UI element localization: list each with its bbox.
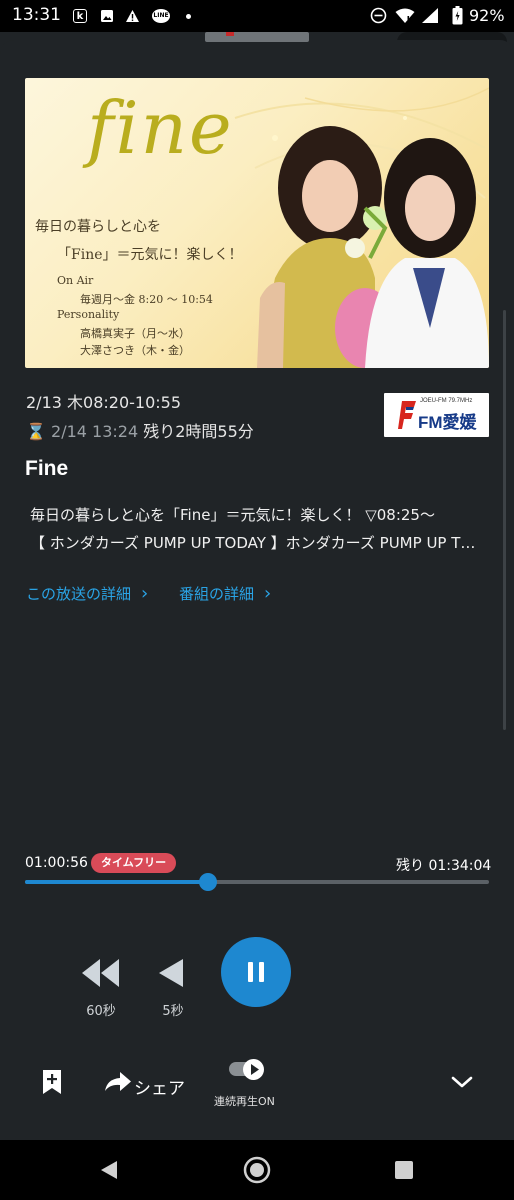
back-icon[interactable]: [98, 1159, 120, 1181]
rewind-5-label: 5秒: [162, 1004, 184, 1019]
hourglass-icon: ⌛: [26, 422, 46, 441]
bookmark-add-icon: [43, 1070, 61, 1094]
continuous-play-knob[interactable]: [243, 1059, 264, 1080]
status-bar: 13:31 k LINE 92%: [0, 0, 514, 32]
warning-icon: [125, 9, 139, 23]
station-flag-icon: [398, 401, 416, 429]
fast-rewind-icon: [82, 959, 119, 987]
wifi-icon: [395, 7, 415, 28]
battery-icon: [452, 6, 463, 29]
program-banner: fine 毎日の暮らしと心を 「Fine」＝元気に！楽しく！ On Air 毎週…: [25, 78, 489, 368]
rewind-60-label: 60秒: [86, 1004, 116, 1019]
navigation-bar: [0, 1140, 514, 1200]
pause-icon-bar: [259, 962, 264, 982]
pause-button[interactable]: [221, 937, 291, 1007]
banner-host-2: 大澤さつき（木・金）: [80, 344, 190, 357]
program-title: Fine: [25, 457, 69, 480]
line-icon: LINE: [152, 9, 170, 23]
play-icon: [251, 1064, 259, 1075]
chevron-right-icon: ›: [264, 583, 272, 604]
deadline-remaining: 残り2時間55分: [143, 422, 254, 441]
banner-logo: fine: [87, 86, 234, 170]
program-description-line-1: 毎日の暮らしと心を「Fine」＝元気に！楽しく！ ▽08:25～: [30, 506, 435, 524]
image-icon: [100, 9, 114, 23]
chevron-down-icon: [451, 1076, 473, 1088]
collapse-button[interactable]: [450, 1073, 474, 1091]
sheet-grabber[interactable]: [205, 32, 309, 42]
elapsed-time: 01:00:56: [25, 855, 88, 871]
status-time: 13:31: [12, 5, 61, 25]
notification-dot: [186, 14, 191, 19]
recents-icon[interactable]: [394, 1160, 414, 1180]
banner-tagline-1: 毎日の暮らしと心を: [35, 219, 161, 235]
banner-host-1: 高橋真実子（月～水）: [80, 327, 190, 340]
bookmark-add-button[interactable]: [41, 1069, 63, 1095]
timefree-badge: タイムフリー: [91, 853, 177, 873]
deadline-date: 2/14 13:24: [51, 422, 139, 441]
station-logo[interactable]: JOEU-FM 79.7MHz FM愛媛: [384, 393, 489, 437]
share-label: シェア: [134, 1079, 185, 1099]
rewind-5-button[interactable]: [150, 950, 196, 996]
program-detail-link[interactable]: 番組の詳細 ›: [179, 583, 271, 604]
broadcast-detail-link[interactable]: この放送の詳細 ›: [26, 583, 148, 604]
timefree-deadline: ⌛ 2/14 13:24 残り2時間55分: [26, 418, 254, 442]
continuous-play-label: 連続再生ON: [214, 1095, 275, 1108]
scrollbar[interactable]: [503, 310, 506, 730]
program-detail-label: 番組の詳細: [179, 585, 255, 603]
rewind-60-button[interactable]: [78, 950, 124, 996]
dnd-icon: [370, 7, 387, 28]
air-datetime: 2/13 木08:20-10:55: [26, 393, 182, 412]
battery-percent: 92%: [469, 6, 505, 25]
banner-personality-label: Personality: [57, 308, 120, 321]
grabber-accent: [226, 32, 234, 36]
banner-onair-label: On Air: [57, 274, 94, 287]
seek-bar-progress: [25, 880, 209, 884]
signal-icon: [421, 7, 439, 28]
station-name: FM愛媛: [418, 413, 477, 432]
app-icon: k: [73, 9, 87, 23]
remaining-time: 残り 01:34:04: [396, 858, 492, 874]
chevron-right-icon: ›: [141, 583, 149, 604]
program-description-line-2: 【 ホンダカーズ PUMP UP TODAY 】ホンダカーズ PUMP UP T…: [30, 534, 476, 552]
broadcast-detail-label: この放送の詳細: [26, 585, 132, 603]
pause-icon: [248, 962, 253, 982]
home-icon[interactable]: [243, 1156, 271, 1184]
banner-tagline-2: 「Fine」＝元気に！楽しく！: [57, 247, 243, 263]
banner-onair-time: 毎週月～金 8:20 ～ 10:54: [80, 293, 213, 306]
rewind-icon: [159, 959, 183, 987]
share-icon: [105, 1072, 131, 1091]
station-frequency: JOEU-FM 79.7MHz: [420, 398, 473, 404]
